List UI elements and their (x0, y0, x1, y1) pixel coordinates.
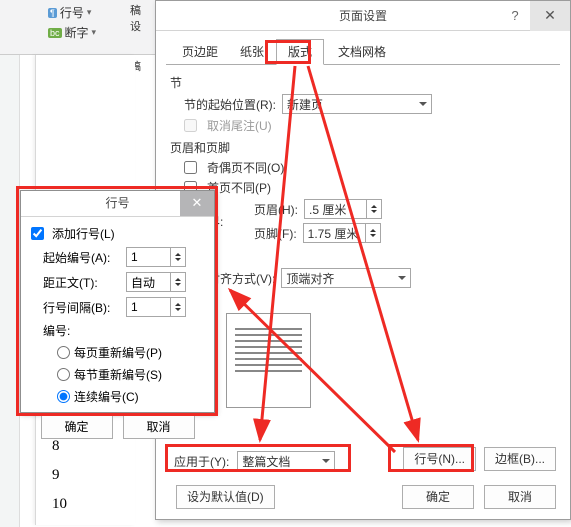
chevron-down-icon: ▾ (87, 7, 92, 18)
page-setup-dialog: 页面设置 ? ✕ 页边距 纸张 版式 文档网格 节 节的起始位置(R): 新建页… (155, 0, 571, 520)
from-text-label: 距正文(T): (43, 274, 121, 291)
start-at-spin[interactable]: 1 (126, 247, 186, 267)
ribbon-fragment: ¶ 行号 ▾ bc 断字 ▾ 稿 设 稿 (0, 0, 155, 55)
continuous-label: 连续编号(C) (74, 388, 139, 405)
cancel-button[interactable]: 取消 (484, 485, 556, 509)
close-button[interactable]: ✕ (530, 1, 570, 31)
hf-heading: 页眉和页脚 (170, 139, 556, 156)
ok-button[interactable]: 确定 (402, 485, 474, 509)
line-number-dialog: 行号 ✕ 添加行号(L) 起始编号(A): 1 距正文(T): 自动 行号间隔(… (20, 190, 215, 413)
vertical-ruler (0, 55, 20, 527)
page-heading: 页面 (170, 248, 556, 265)
borders-button[interactable]: 边框(B)... (484, 447, 556, 471)
close-button[interactable]: ✕ (180, 191, 214, 216)
tab-grid[interactable]: 文档网格 (326, 39, 398, 65)
preview-group: 预览 (170, 293, 556, 408)
ok-button[interactable]: 确定 (41, 415, 113, 439)
line-number-label: 行号 (60, 4, 84, 21)
preview-thumbnail (226, 313, 311, 408)
set-default-button[interactable]: 设为默认值(D) (176, 485, 275, 509)
odd-even-label: 奇偶页不同(O) (207, 159, 284, 176)
doc-line-number: 9 (52, 467, 60, 484)
footer-spin[interactable]: 1.75 厘米 (303, 223, 381, 243)
apply-to-label: 应用于(Y): (174, 453, 229, 470)
ribbon-group2: 设 (130, 18, 141, 34)
dialog-titlebar: 页面设置 ? ✕ (156, 1, 570, 31)
layout-pane: 节 节的起始位置(R): 新建页 取消尾注(U) 页眉和页脚 奇偶页不同(O) … (156, 65, 570, 418)
cancel-button[interactable]: 取消 (123, 415, 195, 439)
header-spin[interactable]: .5 厘米 (304, 199, 382, 219)
footer-value: 1.75 厘米 (308, 225, 359, 242)
suppress-endnotes-label: 取消尾注(U) (207, 117, 272, 134)
hyphenation-menu[interactable]: bc 断字 ▾ (48, 24, 96, 41)
ribbon-group1: 稿 (130, 2, 141, 18)
line-number-icon: ¶ (48, 8, 57, 18)
doc-line-number: 10 (52, 496, 67, 513)
section-start-combo[interactable]: 新建页 (282, 94, 432, 114)
preview-heading: 预览 (170, 293, 556, 310)
count-by-label: 行号间隔(B): (43, 299, 121, 316)
chevron-down-icon: ▾ (92, 27, 97, 38)
section-group: 节 节的起始位置(R): 新建页 取消尾注(U) (170, 74, 556, 134)
odd-even-check[interactable] (184, 161, 197, 174)
section-heading: 节 (170, 74, 556, 91)
valign-value: 顶端对齐 (286, 270, 334, 287)
apply-to-combo[interactable]: 整篇文档 (237, 451, 335, 471)
hyphenation-icon: bc (48, 28, 62, 38)
page-group: 页面 垂直对齐方式(V): 顶端对齐 (170, 248, 556, 288)
start-at-label: 起始编号(A): (43, 249, 121, 266)
tab-layout[interactable]: 版式 (276, 39, 324, 65)
dialog-title: 页面设置 (339, 9, 387, 23)
tab-paper[interactable]: 纸张 (228, 39, 276, 65)
restart-section-label: 每节重新编号(S) (74, 366, 162, 383)
line-number-title: 行号 (105, 196, 129, 210)
line-numbers-button[interactable]: 行号(N)... (403, 447, 476, 471)
tab-margins[interactable]: 页边距 (170, 39, 230, 65)
header-value: .5 厘米 (309, 201, 346, 218)
add-line-numbers-check[interactable] (31, 227, 44, 240)
numbering-heading: 编号: (43, 322, 70, 339)
hf-group: 页眉和页脚 奇偶页不同(O) 首页不同(P) 距边界: 页眉(H): .5 厘米 (170, 139, 556, 243)
line-number-menu[interactable]: ¶ 行号 ▾ (48, 4, 91, 21)
tabstrip: 页边距 纸张 版式 文档网格 (166, 39, 560, 65)
apply-to-value: 整篇文档 (242, 453, 290, 470)
suppress-endnotes-check (184, 119, 197, 132)
first-diff-label: 首页不同(P) (207, 179, 271, 196)
footer-label: 页脚(F): (254, 225, 297, 242)
restart-section-radio[interactable] (57, 368, 70, 381)
add-line-numbers-label: 添加行号(L) (52, 225, 115, 242)
header-label: 页眉(H): (254, 201, 298, 218)
from-text-spin[interactable]: 自动 (126, 272, 186, 292)
section-start-label: 节的起始位置(R): (184, 96, 276, 113)
help-button[interactable]: ? (500, 1, 530, 31)
count-by-spin[interactable]: 1 (126, 297, 186, 317)
continuous-radio[interactable] (57, 390, 70, 403)
valign-combo[interactable]: 顶端对齐 (281, 268, 411, 288)
restart-page-radio[interactable] (57, 346, 70, 359)
restart-page-label: 每页重新编号(P) (74, 344, 162, 361)
hyphenation-label: 断字 (65, 24, 89, 41)
section-start-value: 新建页 (287, 96, 323, 113)
line-number-titlebar: 行号 ✕ (21, 191, 214, 217)
